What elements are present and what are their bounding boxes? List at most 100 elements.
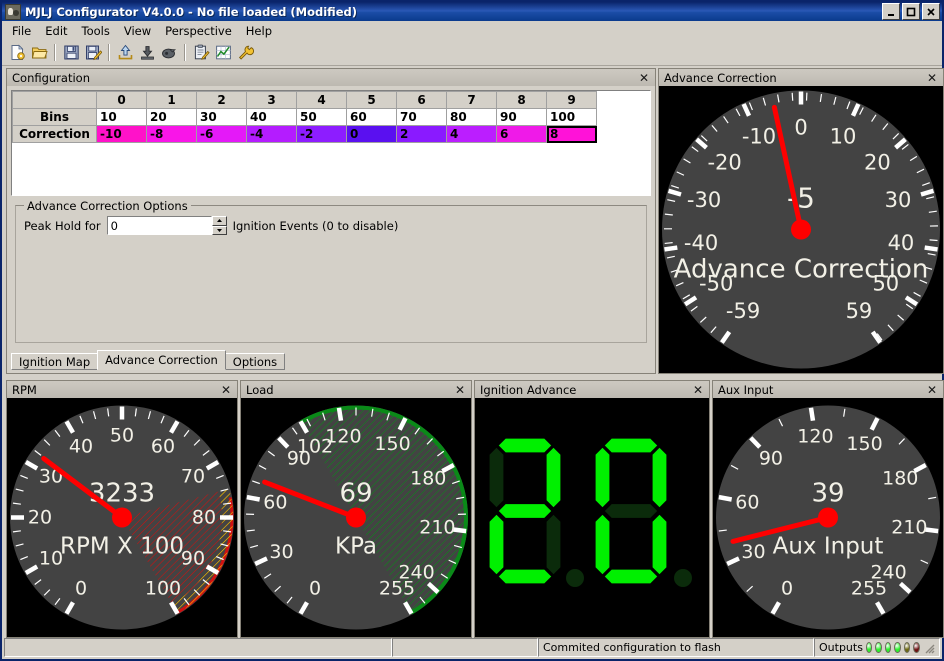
bins-cell-4[interactable]: 50 (296, 108, 347, 126)
svg-text:90: 90 (181, 548, 205, 570)
commit-flash-icon[interactable] (158, 42, 180, 63)
spin-up-button[interactable] (211, 216, 227, 226)
output-led-3 (884, 642, 892, 653)
correction-cell-4[interactable]: -2 (296, 125, 347, 143)
close-icon[interactable]: ✕ (453, 384, 467, 396)
bins-cell-2[interactable]: 30 (196, 108, 247, 126)
menu-item-view[interactable]: View (117, 22, 158, 40)
open-folder-icon[interactable] (28, 42, 50, 63)
output-led-2 (875, 642, 882, 653)
correction-cell-7[interactable]: 4 (446, 125, 497, 143)
bins-cell-7[interactable]: 80 (446, 108, 497, 126)
correction-cell-0[interactable]: -10 (96, 125, 147, 143)
save-as-icon[interactable] (82, 42, 104, 63)
svg-text:30: 30 (885, 188, 912, 212)
bins-cell-8[interactable]: 90 (496, 108, 547, 126)
rpm-gauge-panel: RPM ✕ 0 10 20 30 40 50 60 70 80 90 100 3233 RPM X 10… (6, 380, 238, 638)
table-corner (12, 91, 97, 109)
close-button[interactable] (922, 3, 940, 20)
window-title: MJLJ Configurator V4.0.0 - No file loade… (25, 4, 357, 19)
save-icon[interactable] (60, 42, 82, 63)
upload-icon[interactable] (114, 42, 136, 63)
rpm-gauge-header: RPM ✕ (7, 381, 237, 399)
maximize-button[interactable] (902, 3, 920, 20)
correction-cell-5[interactable]: 0 (346, 125, 397, 143)
spin-down-button[interactable] (211, 225, 227, 235)
bins-cell-5[interactable]: 60 (346, 108, 397, 126)
download-icon[interactable] (136, 42, 158, 63)
column-header-8: 8 (496, 91, 547, 109)
svg-text:100: 100 (145, 578, 181, 600)
minimize-button[interactable] (882, 3, 900, 20)
close-icon[interactable]: ✕ (925, 72, 939, 84)
bins-cell-3[interactable]: 40 (246, 108, 297, 126)
svg-text:Advance Correction: Advance Correction (674, 255, 929, 285)
ignition-advance-title: Ignition Advance (480, 382, 577, 397)
svg-text:60: 60 (151, 435, 175, 457)
svg-text:90: 90 (759, 448, 783, 470)
output-led-5 (903, 642, 911, 653)
svg-text:0: 0 (75, 578, 87, 600)
tab-advance-correction[interactable]: Advance Correction (97, 350, 226, 370)
svg-text:60: 60 (735, 491, 759, 513)
bins-cell-6[interactable]: 70 (396, 108, 447, 126)
column-header-9: 9 (546, 91, 597, 109)
title-bar: MJLJ Configurator V4.0.0 - No file loade… (2, 2, 942, 21)
table-row: Bins 10 20 30 40 50 60 70 80 90 100 (12, 108, 597, 126)
close-icon[interactable]: ✕ (691, 384, 705, 396)
clipboard-edit-icon[interactable] (190, 42, 212, 63)
peak-hold-input[interactable] (106, 216, 212, 235)
load-gauge-title: Load (246, 382, 274, 397)
close-icon[interactable]: ✕ (219, 384, 233, 396)
table-header-row: 0 1 2 3 4 5 6 7 8 9 (12, 91, 597, 109)
correction-cell-8[interactable]: 6 (496, 125, 547, 143)
toolbar-separator (184, 44, 186, 61)
correction-cell-3[interactable]: -4 (246, 125, 297, 143)
menu-item-edit[interactable]: Edit (38, 22, 74, 40)
menu-item-file[interactable]: File (5, 22, 38, 40)
correction-cell-1[interactable]: -8 (146, 125, 197, 143)
correction-table-scroll[interactable]: 0 1 2 3 4 5 6 7 8 9 Bins 10 20 30 40 50 … (11, 90, 651, 196)
close-icon[interactable]: ✕ (637, 72, 651, 84)
ignition-advance-panel: Ignition Advance ✕ (474, 380, 710, 638)
svg-text:0: 0 (781, 578, 793, 600)
resize-grip-icon[interactable] (923, 642, 935, 654)
menu-item-help[interactable]: Help (239, 22, 279, 40)
correction-cell-2[interactable]: -6 (196, 125, 247, 143)
svg-text:80: 80 (192, 507, 216, 529)
menu-bar: File Edit Tools View Perspective Help (2, 21, 942, 40)
rpm-gauge: 010203040 50 607080901003233RPM X 100 (10, 405, 234, 630)
row-header-correction: Correction (12, 125, 97, 143)
menu-item-perspective[interactable]: Perspective (158, 22, 239, 40)
peak-hold-stepper[interactable] (106, 216, 227, 235)
svg-text:-59: -59 (726, 299, 760, 323)
toolbar-separator (54, 44, 56, 61)
close-icon[interactable]: ✕ (925, 384, 939, 396)
tab-ignition-map[interactable]: Ignition Map (11, 353, 99, 370)
load-gauge-header: Load ✕ (241, 381, 471, 399)
column-header-6: 6 (396, 91, 447, 109)
correction-cell-9[interactable]: 8 (546, 125, 597, 143)
chart-icon[interactable] (212, 42, 234, 63)
load-gauge: 0306090120 15018021024025510269KPa (244, 405, 468, 630)
svg-text:50: 50 (110, 425, 134, 447)
new-file-icon[interactable] (6, 42, 28, 63)
ignition-advance-display (488, 437, 692, 587)
tab-options[interactable]: Options (224, 353, 286, 370)
output-led-4 (894, 642, 901, 653)
advance-correction-gauge-panel: Advance Correction ✕ -59 -50 -40 -30 -20 -10 0… (658, 68, 944, 374)
svg-text:255: 255 (379, 578, 415, 600)
group-title: Advance Correction Options (24, 199, 191, 213)
load-gauge-panel: Load ✕ 0 30 60 90 120 150 180 210 240 255 102 69 KPa (240, 380, 472, 638)
correction-cell-6[interactable]: 2 (396, 125, 447, 143)
bins-cell-9[interactable]: 100 (546, 108, 597, 126)
svg-text:10: 10 (830, 125, 857, 149)
toolbar-separator (108, 44, 110, 61)
bins-cell-0[interactable]: 10 (96, 108, 147, 126)
status-bar: Commited configuration to flash Outputs (4, 638, 940, 657)
bins-cell-1[interactable]: 20 (146, 108, 197, 126)
wrench-icon[interactable] (234, 42, 256, 63)
menu-item-tools[interactable]: Tools (75, 22, 117, 40)
advance-correction-gauge: -59-50-40-30-20-10 0 102030405059-5Advance… (662, 90, 940, 369)
outputs-label: Outputs (819, 641, 863, 654)
